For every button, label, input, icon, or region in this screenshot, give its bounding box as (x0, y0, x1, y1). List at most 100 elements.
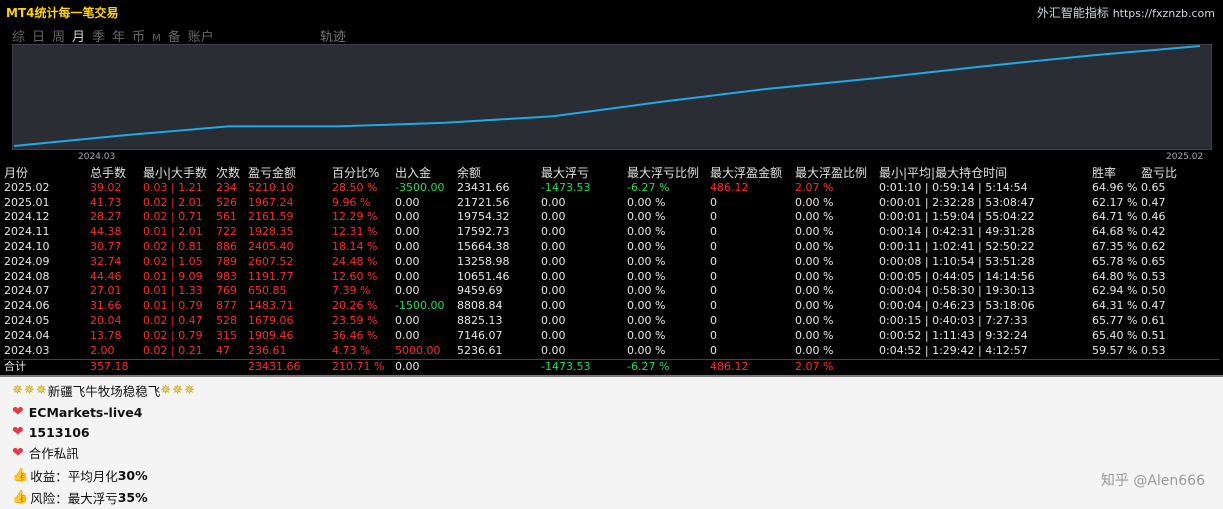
table-total-row-cell-5: 210.71 % (332, 360, 385, 374)
table-row-cell-10: 0 (710, 269, 717, 283)
table-row-cell-1: 44.38 (90, 225, 122, 239)
table-row-cell-14: 0.46 (1141, 210, 1166, 224)
table-row-cell-6: 0.00 (395, 225, 420, 239)
table-total-row-cell-9: -6.27 % (627, 360, 670, 374)
tab-7[interactable]: M (152, 33, 161, 44)
table-row-cell-1: 32.74 (90, 254, 122, 268)
table-row-cell-5: 28.50 % (332, 180, 378, 194)
star-icon: ✵ (12, 383, 23, 398)
table-row-cell-6: 0.00 (395, 195, 420, 209)
table-row-cell-10: 0 (710, 195, 717, 209)
table-row-cell-2: 0.02 | 0.71 (143, 210, 203, 224)
table-row-cell-12: 0:04:52 | 1:29:42 | 4:12:57 (879, 343, 1028, 357)
table-row-cell-13: 64.71 % (1092, 210, 1138, 224)
table-row-cell-7: 23431.66 (457, 180, 510, 194)
table-row-cell-4: 1191.77 (248, 269, 294, 283)
table-row-cell-6: 0.00 (395, 328, 420, 342)
table-row-cell-10: 0 (710, 328, 717, 342)
table-row-cell-9: 0.00 % (627, 269, 666, 283)
table-row-cell-9: 0.00 % (627, 284, 666, 298)
equity-chart (12, 44, 1212, 150)
table-header-cell-2: 最小|大手数 (143, 166, 208, 180)
tab-3[interactable]: 月 (72, 26, 85, 45)
table-header-cell-10: 最大浮盈金额 (710, 166, 783, 180)
table-row-cell-0: 2024.08 (4, 269, 50, 283)
table-row: 2024.04 13.78 0.02 | 0.79 315 1909.46 36.46 %… (4, 329, 1219, 344)
tab-5[interactable]: 年 (112, 26, 125, 45)
footer-slogan: ✵ ✵ ✵ 新疆飞牛牧场稳稳飞 ✵ ✵ ✵ (12, 381, 196, 400)
star-icon: ✵ (172, 383, 184, 398)
table-row-cell-5: 12.31 % (332, 225, 378, 239)
table-row-cell-0: 2024.10 (4, 239, 50, 253)
table-row-cell-0: 2024.05 (4, 313, 50, 327)
table-row-cell-9: 0.00 % (627, 343, 666, 357)
table-row-cell-14: 0.47 (1141, 299, 1166, 313)
table-row-cell-9: 0.00 % (627, 328, 666, 342)
table-row-cell-11: 0.00 % (795, 225, 834, 239)
table-row-cell-13: 65.78 % (1092, 254, 1138, 268)
table-row-cell-2: 0.02 | 0.21 (143, 343, 203, 357)
table-row-cell-4: 1679.06 (248, 313, 294, 327)
table-row-cell-6: 0.00 (395, 284, 420, 298)
slogan-text: 新疆飞牛牧场稳稳飞 (47, 384, 161, 399)
table-row-cell-4: 2161.59 (248, 210, 294, 224)
thumbs-up-icon: 👍 (12, 490, 29, 505)
tab-1[interactable]: 日 (32, 26, 45, 45)
table-row-cell-13: 67.35 % (1092, 239, 1138, 253)
monthly-stats-table: 月份 总手数 最小|大手数 次数 盈亏金额 百分比% 出入金 余额 最大浮亏 最大浮亏比例 最大浮盈… (4, 166, 1219, 375)
table-row-cell-4: 1928.35 (248, 225, 294, 239)
table-row-cell-6: 5000.00 (395, 343, 441, 357)
heart-icon: ❤ (12, 424, 24, 440)
table-total-row-cell-11: 2.07 % (795, 360, 834, 374)
table-row-cell-13: 62.94 % (1092, 284, 1138, 298)
brand-name: 外汇智能指标 (1036, 6, 1109, 20)
account-number: 1513106 (28, 424, 90, 440)
table-row-cell-8: 0.00 (541, 239, 566, 253)
table-row-cell-7: 8825.13 (457, 313, 503, 327)
table-row-cell-4: 1483.71 (248, 299, 294, 313)
risk-prefix: 风险：最大浮亏 (30, 491, 118, 506)
table-row-cell-11: 0.00 % (795, 210, 834, 224)
tab-8[interactable]: 备 (168, 26, 181, 45)
tab-2[interactable]: 周 (52, 26, 65, 45)
table-header-cell-9: 最大浮亏比例 (627, 166, 700, 180)
table-row-cell-5: 7.39 % (332, 284, 371, 298)
table-row-cell-11: 0.00 % (795, 343, 834, 357)
star-icon: ✵ (160, 383, 172, 398)
tab-9[interactable]: 账户 (188, 26, 214, 45)
contact-text: 合作私訊 (28, 446, 79, 461)
table-header-cell-7: 余额 (457, 166, 482, 180)
table-row-cell-4: 5210.10 (248, 180, 294, 194)
footer-risk: 👍 风险：最大浮亏 35% (12, 488, 148, 507)
table-row-cell-8: 0.00 (541, 328, 566, 342)
table-row: 2024.06 31.66 0.01 | 0.79 877 1483.71 20.26 %… (4, 299, 1219, 314)
tab-6[interactable]: 币 (132, 26, 145, 45)
table-row-cell-12: 0:00:15 | 0:40:03 | 7:27:33 (879, 313, 1028, 327)
table-row-cell-5: 36.46 % (332, 328, 378, 342)
zhihu-watermark: 知乎 @Alen666 (1100, 473, 1205, 489)
table-row-cell-6: -3500.00 (395, 180, 445, 194)
table-row-cell-12: 0:00:52 | 1:11:43 | 9:32:24 (879, 328, 1028, 342)
table-header-cell-1: 总手数 (90, 166, 127, 180)
tab-track[interactable]: 轨迹 (320, 26, 346, 45)
table-row: 2024.09 32.74 0.02 | 1.05 789 2607.52 24.48 %… (4, 255, 1219, 270)
table-row-cell-5: 18.14 % (332, 239, 378, 253)
table-header-cell-6: 出入金 (395, 166, 432, 180)
brand-url[interactable]: https://fxznzb.com (1113, 7, 1215, 20)
brand: 外汇智能指标 https://fxznzb.com (1037, 4, 1215, 21)
tab-0[interactable]: 综 (12, 26, 25, 45)
table-row-cell-1: 39.02 (90, 180, 122, 194)
table-row-cell-3: 983 (216, 269, 237, 283)
table-row-cell-4: 2607.52 (248, 254, 294, 268)
table-row-cell-2: 0.02 | 2.01 (143, 195, 203, 209)
table-row-cell-12: 0:00:14 | 0:42:31 | 49:31:28 (879, 225, 1035, 239)
table-row-cell-0: 2025.02 (4, 180, 50, 194)
table-row-cell-5: 4.73 % (332, 343, 371, 357)
heart-icon: ❤ (12, 404, 24, 420)
table-row-cell-13: 64.68 % (1092, 225, 1138, 239)
table-row-cell-11: 0.00 % (795, 299, 834, 313)
table-row-cell-2: 0.02 | 0.79 (143, 328, 203, 342)
table-total-row-cell-4: 23431.66 (248, 360, 301, 374)
tab-4[interactable]: 季 (92, 26, 105, 45)
table-row-cell-10: 0 (710, 210, 717, 224)
